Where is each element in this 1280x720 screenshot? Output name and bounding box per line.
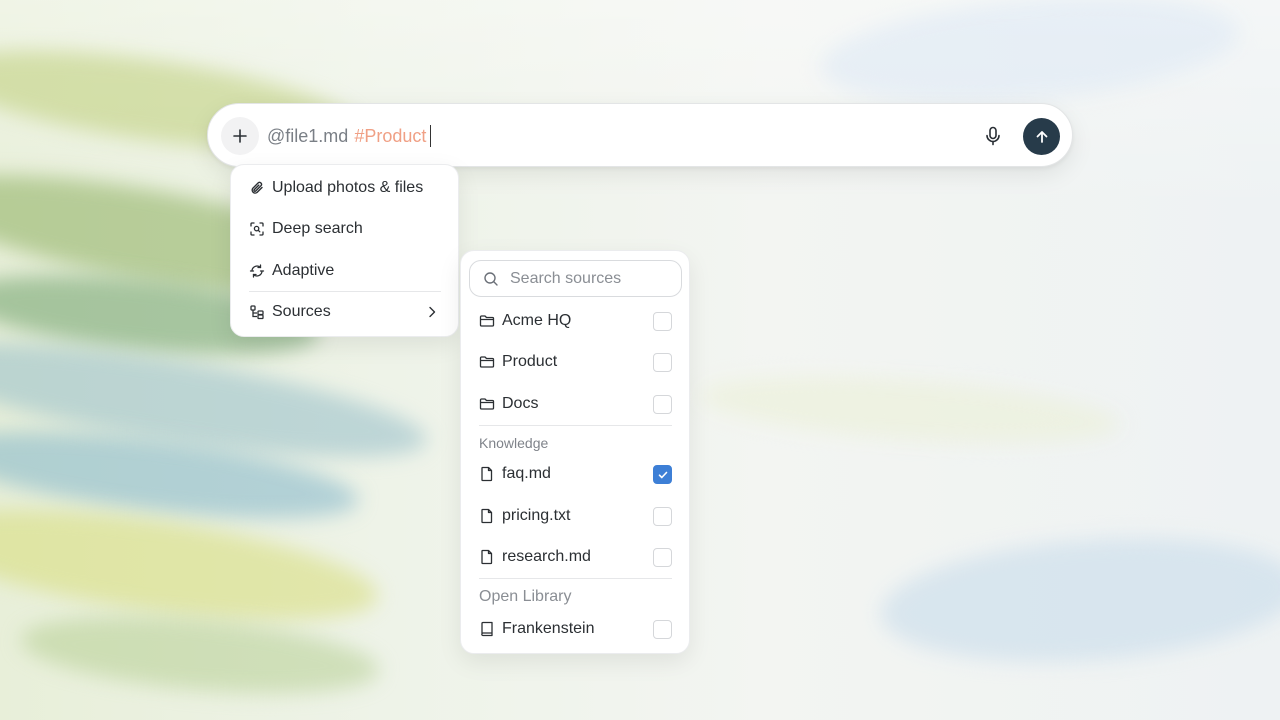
section-label-knowledge: Knowledge <box>479 435 549 451</box>
chevron-right-icon <box>429 306 436 318</box>
source-label: Docs <box>502 395 539 412</box>
menu-item-adaptive[interactable]: Adaptive <box>231 251 460 291</box>
source-label: Acme HQ <box>502 312 572 329</box>
checkmark-icon <box>658 471 667 478</box>
paperclip-icon <box>248 179 266 197</box>
search-icon <box>484 272 498 286</box>
text-caret <box>430 125 432 147</box>
file-icon <box>479 466 495 482</box>
menu-item-label: Adaptive <box>272 262 335 279</box>
source-label: Product <box>502 353 558 370</box>
send-button[interactable] <box>1023 118 1060 155</box>
microphone-icon <box>986 126 1000 146</box>
section-label-open-library: Open Library <box>479 588 572 605</box>
source-file-faq[interactable]: faq.md <box>461 454 691 494</box>
source-checkbox[interactable] <box>653 353 672 372</box>
file-icon <box>479 549 495 565</box>
source-file-research[interactable]: research.md <box>461 537 691 577</box>
menu-item-label: Deep search <box>272 220 363 237</box>
source-label: Frankenstein <box>502 620 595 637</box>
scan-search-icon <box>248 220 266 238</box>
add-menu: Upload photos & files Deep search Adapti… <box>230 164 459 337</box>
source-folder-acme-hq[interactable]: Acme HQ <box>461 301 691 341</box>
menu-item-label: Sources <box>272 303 331 320</box>
source-label: faq.md <box>502 465 551 482</box>
source-book-frankenstein[interactable]: Frankenstein <box>461 609 691 649</box>
source-tag: #Product <box>354 126 427 146</box>
menu-item-upload[interactable]: Upload photos & files <box>231 168 460 208</box>
source-file-pricing[interactable]: pricing.txt <box>461 496 691 536</box>
source-checkbox[interactable] <box>653 548 672 567</box>
search-sources-box[interactable] <box>469 260 682 297</box>
source-label: pricing.txt <box>502 507 571 524</box>
source-folder-product[interactable]: Product <box>461 342 691 382</box>
menu-item-sources[interactable]: Sources <box>231 292 460 332</box>
arrow-up-icon <box>1036 130 1047 143</box>
source-checkbox[interactable] <box>653 507 672 526</box>
add-button[interactable] <box>221 117 259 155</box>
source-checkbox[interactable] <box>653 395 672 414</box>
folder-icon <box>479 396 495 412</box>
source-folder-docs[interactable]: Docs <box>461 384 691 424</box>
source-checkbox[interactable] <box>653 620 672 639</box>
prompt-input-bar[interactable]: @file1.md #Product <box>207 103 1073 167</box>
microphone-button[interactable] <box>980 123 1006 149</box>
folder-icon <box>479 313 495 329</box>
prompt-text[interactable]: @file1.md #Product <box>267 124 432 148</box>
source-checkbox-checked[interactable] <box>653 465 672 484</box>
plus-icon <box>233 129 247 143</box>
adaptive-icon <box>248 262 266 280</box>
menu-item-label: Upload photos & files <box>272 179 424 196</box>
book-icon <box>479 621 495 637</box>
folder-icon <box>479 354 495 370</box>
file-mention: @file1.md <box>267 126 349 146</box>
section-divider <box>479 425 672 426</box>
source-label: research.md <box>502 548 591 565</box>
source-checkbox[interactable] <box>653 312 672 331</box>
sources-panel: Acme HQ Product Docs Knowledge faq.md pr… <box>460 250 690 654</box>
menu-item-deep-search[interactable]: Deep search <box>231 209 460 249</box>
search-sources-input[interactable] <box>510 261 675 296</box>
file-icon <box>479 508 495 524</box>
section-divider <box>479 578 672 579</box>
sources-tree-icon <box>248 303 266 321</box>
